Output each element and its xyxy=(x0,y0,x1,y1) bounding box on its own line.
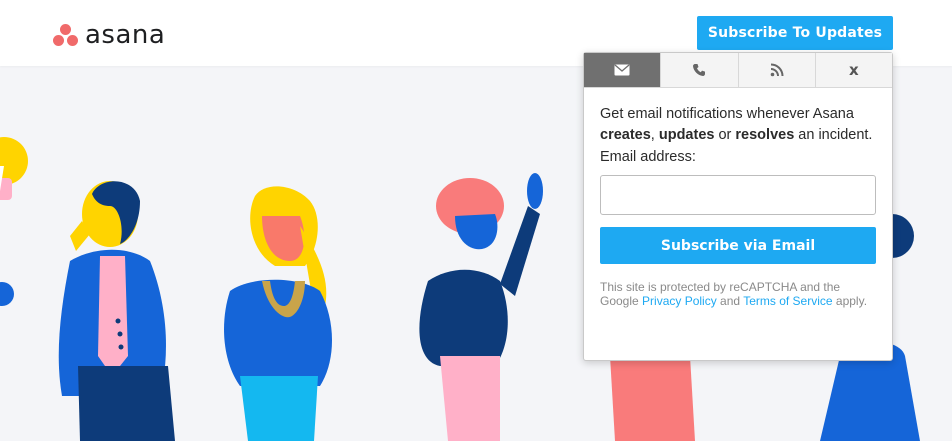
asana-logo[interactable]: asana xyxy=(53,21,165,49)
phone-icon xyxy=(693,64,706,76)
subscribe-popup: x Get email notifications whenever Asana… xyxy=(583,52,893,361)
email-field[interactable] xyxy=(600,175,876,215)
tab-sms[interactable] xyxy=(661,53,739,87)
person-2 xyxy=(224,186,332,441)
tab-close[interactable]: x xyxy=(815,53,892,87)
tab-rss[interactable] xyxy=(738,53,816,87)
rss-icon xyxy=(770,63,784,77)
email-label: Email address: xyxy=(600,149,696,165)
tab-email[interactable] xyxy=(584,53,662,87)
close-icon: x xyxy=(849,61,859,79)
asana-logo-mark xyxy=(53,23,79,47)
person-1 xyxy=(58,181,175,441)
lightbulb-figure xyxy=(0,137,28,306)
logo-text: asana xyxy=(85,20,166,50)
subscribe-description: Get email notifications whenever Asana c… xyxy=(600,106,873,143)
recaptcha-notice: This site is protected by reCAPTCHA and … xyxy=(600,280,868,308)
person-3 xyxy=(419,173,543,441)
subscribe-tabs: x xyxy=(584,53,892,88)
envelope-icon xyxy=(614,64,630,76)
terms-of-service-link[interactable]: Terms of Service xyxy=(743,294,832,308)
email-subscribe-form: Get email notifications whenever Asana c… xyxy=(584,88,892,308)
privacy-policy-link[interactable]: Privacy Policy xyxy=(642,294,717,308)
subscribe-via-email-button[interactable]: Subscribe via Email xyxy=(600,227,876,264)
subscribe-to-updates-button[interactable]: Subscribe To Updates xyxy=(697,16,893,50)
